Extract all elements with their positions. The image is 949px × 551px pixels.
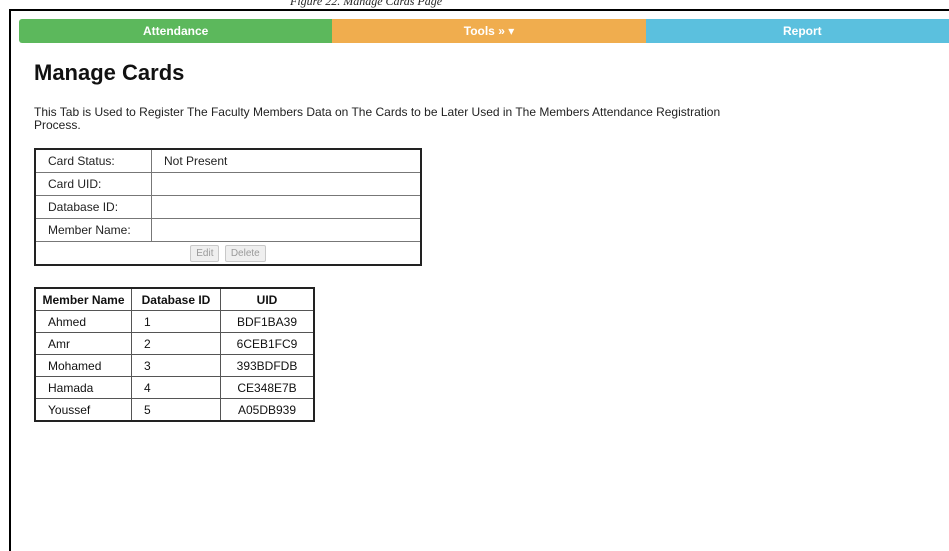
card-info-panel: Card Status: Not Present Card UID: Datab… xyxy=(34,148,422,266)
member-name-cell: Ahmed xyxy=(34,310,132,333)
database-id-row: Database ID: xyxy=(34,195,422,219)
card-status-value: Not Present xyxy=(151,148,422,173)
nav-tools-dropdown[interactable]: Tools » ▾ xyxy=(332,19,646,43)
edit-button[interactable]: Edit xyxy=(190,244,220,262)
card-uid-row: Card UID: xyxy=(34,172,422,196)
database-id-cell: 1 xyxy=(131,310,221,333)
card-uid-value xyxy=(151,172,422,196)
table-row[interactable]: Amr 2 6CEB1FC9 xyxy=(34,332,315,355)
member-name-cell: Youssef xyxy=(34,398,132,422)
uid-cell: CE348E7B xyxy=(220,376,315,399)
page-title: Manage Cards xyxy=(34,60,185,85)
member-name-cell: Amr xyxy=(34,332,132,355)
table-row[interactable]: Hamada 4 CE348E7B xyxy=(34,376,315,399)
browser-frame xyxy=(9,9,949,551)
uid-cell: BDF1BA39 xyxy=(220,310,315,333)
figure-caption-strip: Figure 22. Manage Cards Page xyxy=(0,0,949,9)
member-name-cell: Mohamed xyxy=(34,354,132,377)
header-member-name[interactable]: Member Name xyxy=(34,287,132,311)
database-id-value xyxy=(151,195,422,219)
database-id-cell: 5 xyxy=(131,398,221,422)
database-id-cell: 3 xyxy=(131,354,221,377)
header-uid[interactable]: UID xyxy=(220,287,315,311)
uid-cell: A05DB939 xyxy=(220,398,315,422)
card-status-label: Card Status: xyxy=(34,148,152,173)
card-actions-row: Edit Delete xyxy=(34,241,422,266)
members-table-header: Member Name Database ID UID xyxy=(34,287,315,311)
table-row[interactable]: Ahmed 1 BDF1BA39 xyxy=(34,310,315,333)
uid-cell: 6CEB1FC9 xyxy=(220,332,315,355)
card-uid-label: Card UID: xyxy=(34,172,152,196)
figure-caption: Figure 22. Manage Cards Page xyxy=(290,0,443,8)
card-status-row: Card Status: Not Present xyxy=(34,148,422,173)
database-id-cell: 4 xyxy=(131,376,221,399)
database-id-cell: 2 xyxy=(131,332,221,355)
table-row[interactable]: Mohamed 3 393BDFDB xyxy=(34,354,315,377)
card-actions-cell: Edit Delete xyxy=(34,241,422,266)
page-description: This Tab is Used to Register The Faculty… xyxy=(34,105,721,132)
top-navbar: Attendance Tools » ▾ Report xyxy=(19,19,949,43)
nav-attendance[interactable]: Attendance xyxy=(19,19,333,43)
table-row[interactable]: Youssef 5 A05DB939 xyxy=(34,398,315,422)
uid-cell: 393BDFDB xyxy=(220,354,315,377)
nav-report[interactable]: Report xyxy=(645,19,949,43)
delete-button[interactable]: Delete xyxy=(224,244,266,262)
member-name-label: Member Name: xyxy=(34,218,152,242)
members-table: Member Name Database ID UID Ahmed 1 BDF1… xyxy=(34,287,315,422)
member-name-cell: Hamada xyxy=(34,376,132,399)
database-id-label: Database ID: xyxy=(34,195,152,219)
member-name-row: Member Name: xyxy=(34,218,422,242)
header-database-id[interactable]: Database ID xyxy=(131,287,221,311)
member-name-value xyxy=(151,218,422,242)
